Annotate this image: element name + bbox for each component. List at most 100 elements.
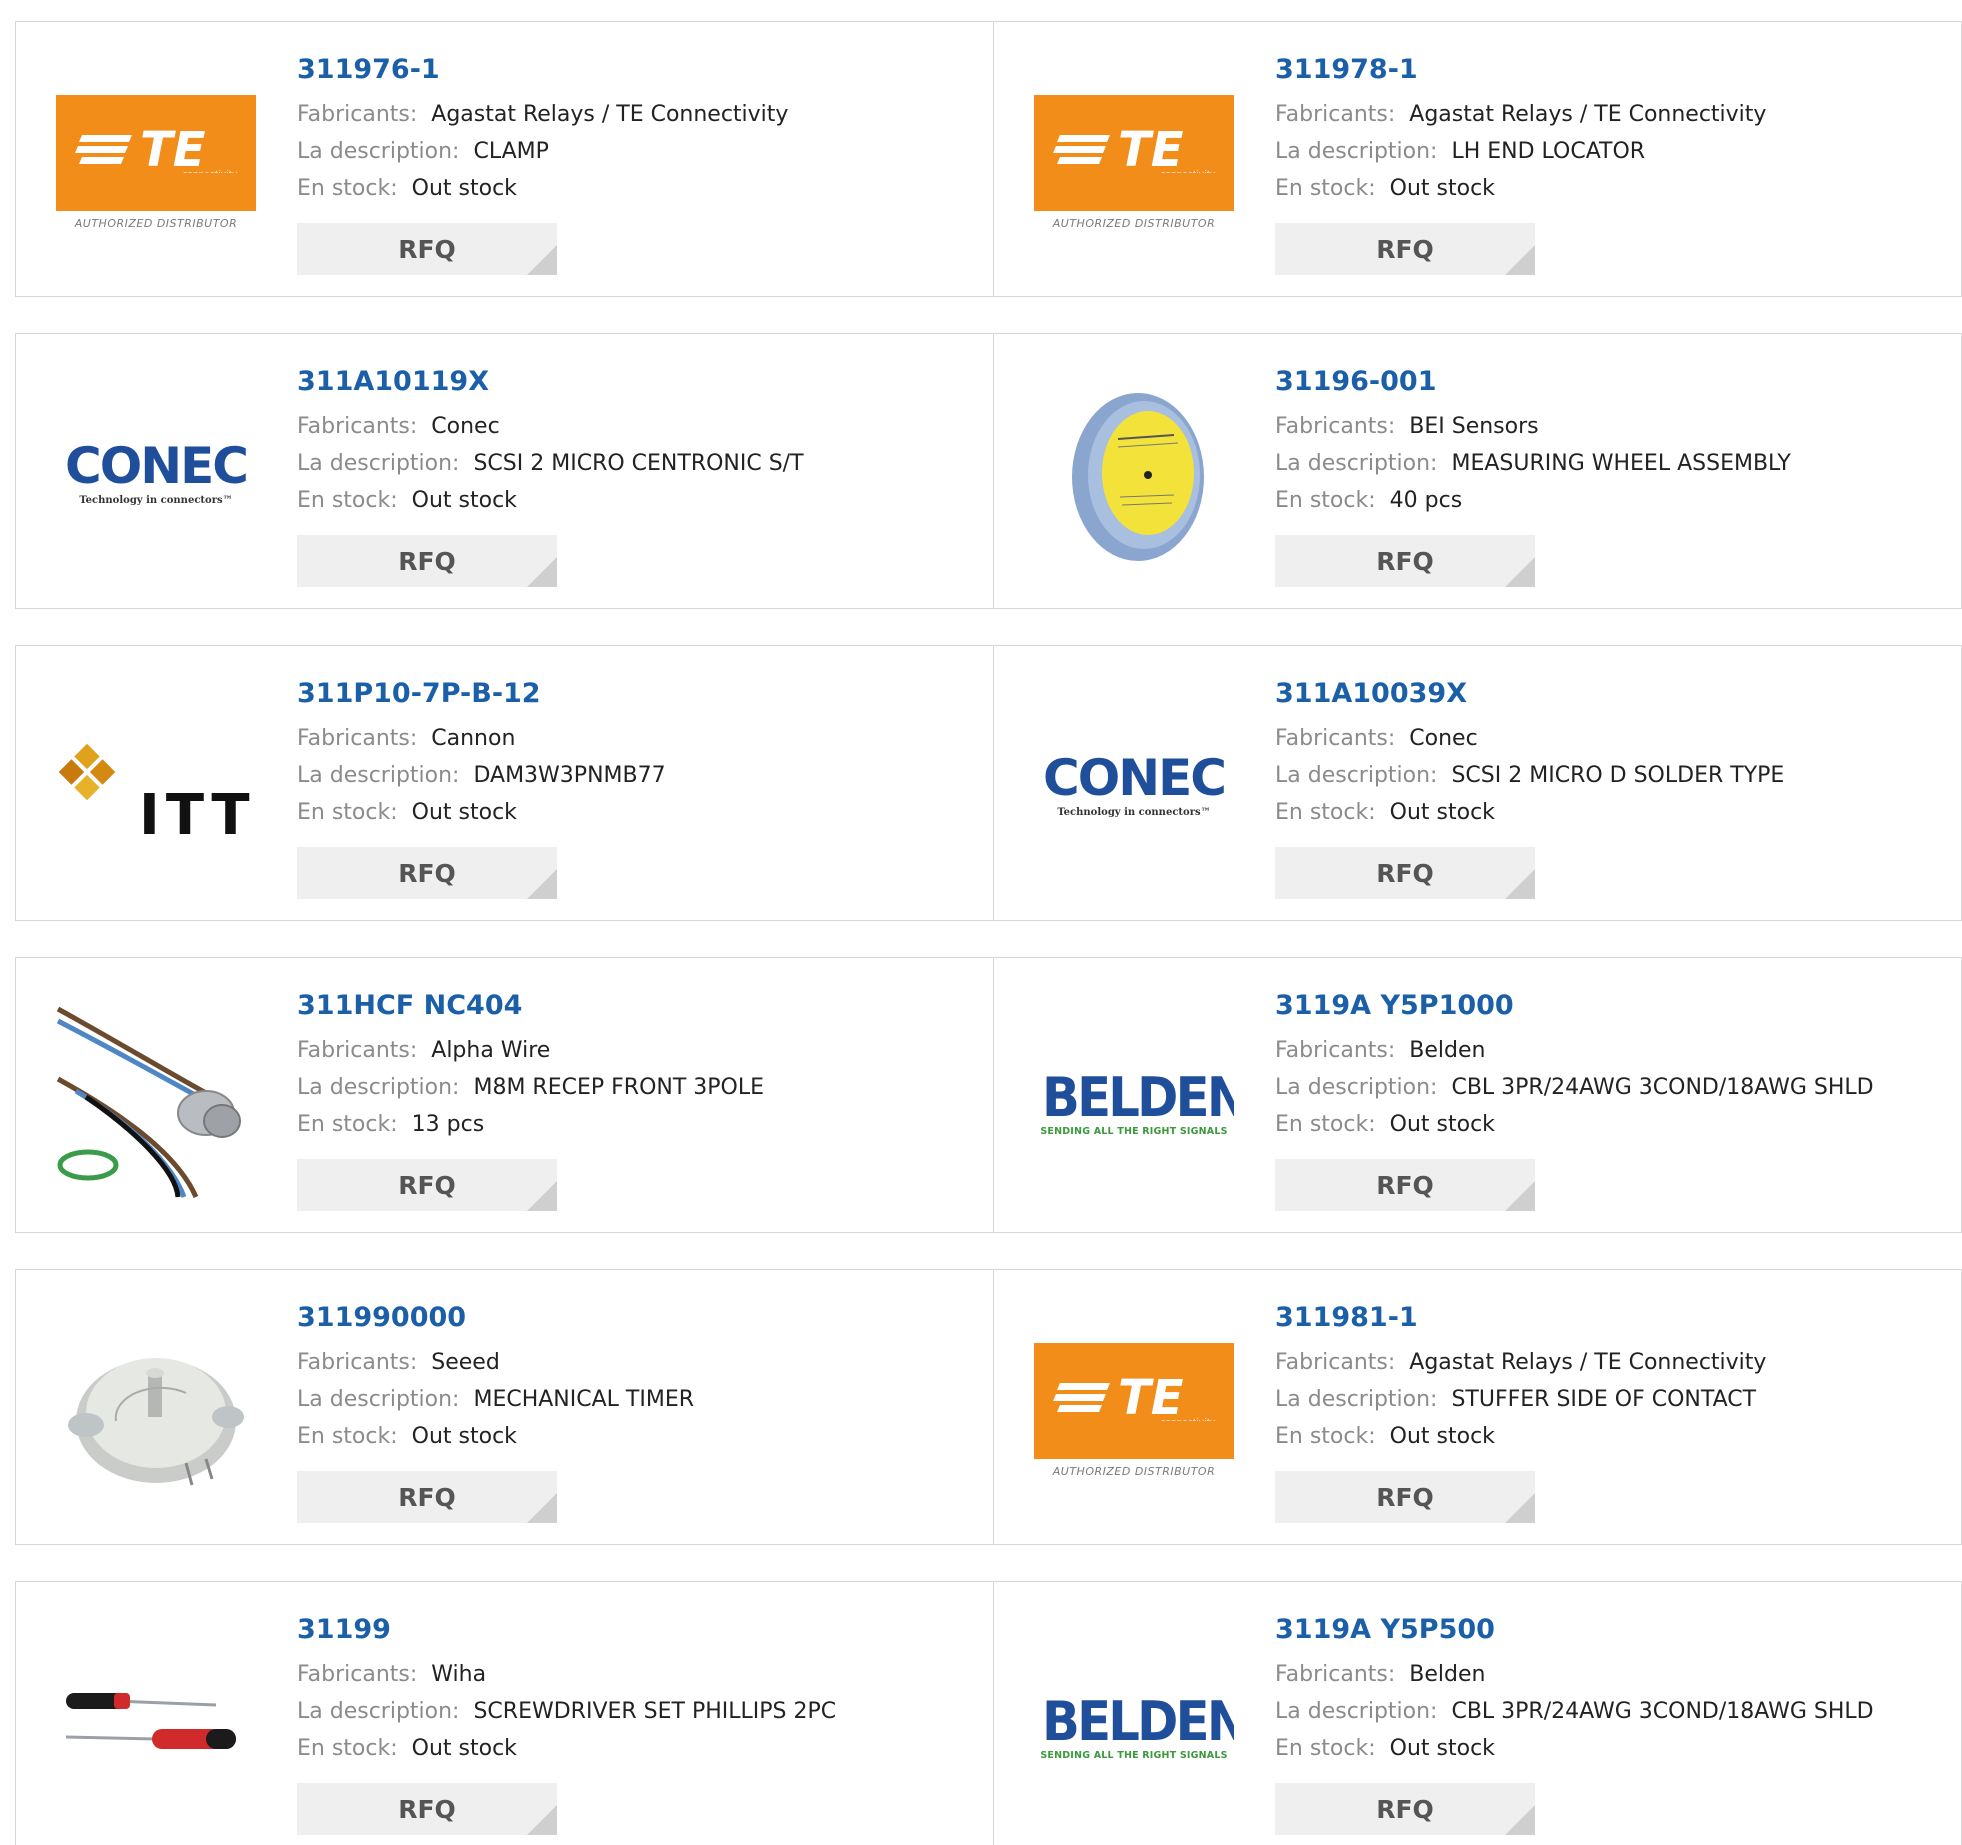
product-card: TEconnectivityAUTHORIZED DISTRIBUTOR 311…: [994, 1270, 1962, 1544]
manufacturer-label: Fabricants:: [1275, 414, 1396, 439]
description-value: MEASURING WHEEL ASSEMBLY: [1451, 451, 1791, 476]
description-label: La description:: [297, 139, 460, 164]
stock-value: 40 pcs: [1389, 488, 1463, 513]
svg-text:TE: TE: [1118, 1371, 1184, 1421]
stock-value: 13 pcs: [411, 1112, 485, 1137]
product-info: 311A10119X Fabricants: Conec La descripti…: [297, 364, 983, 519]
manufacturer-value: Seeed: [431, 1350, 500, 1375]
description-line: La description: MEASURING WHEEL ASSEMBLY: [1275, 445, 1953, 482]
description-line: La description: MECHANICAL TIMER: [297, 1381, 983, 1418]
product-card: BELDEN SENDING ALL THE RIGHT SIGNALS 3119…: [994, 1582, 1962, 1845]
stock-line: En stock: Out stock: [297, 482, 983, 519]
product-card: 311990000 Fabricants: Seeed La descriptio…: [16, 1270, 994, 1544]
stock-label: En stock:: [1275, 1112, 1376, 1137]
corner-fold-icon: [1505, 557, 1535, 587]
stock-line: En stock: Out stock: [1275, 794, 1953, 831]
part-number-link[interactable]: 311A10119X: [297, 364, 983, 400]
belden-logo: BELDEN SENDING ALL THE RIGHT SIGNALS: [1040, 1689, 1234, 1761]
description-value: LH END LOCATOR: [1451, 139, 1646, 164]
part-number-link[interactable]: 311978-1: [1275, 52, 1953, 88]
rfq-button[interactable]: RFQ: [297, 535, 557, 587]
product-info: 31199 Fabricants: Wiha La description: SCR…: [297, 1612, 983, 1767]
product-image[interactable]: TEconnectivityAUTHORIZED DISTRIBUTOR: [56, 67, 256, 267]
stock-label: En stock:: [1275, 1424, 1376, 1449]
product-row: TEconnectivityAUTHORIZED DISTRIBUTOR 311…: [15, 21, 1962, 297]
stock-value: Out stock: [1389, 1112, 1495, 1137]
part-number-link[interactable]: 311981-1: [1275, 1300, 1953, 1336]
product-image[interactable]: TEconnectivityAUTHORIZED DISTRIBUTOR: [1034, 67, 1234, 267]
manufacturer-label: Fabricants:: [297, 1350, 418, 1375]
product-image[interactable]: [56, 1315, 256, 1515]
stock-label: En stock:: [1275, 800, 1376, 825]
product-image[interactable]: [56, 1003, 256, 1203]
part-number-link[interactable]: 311P10-7P-B-12: [297, 676, 983, 712]
connector-photo: [56, 1003, 256, 1203]
product-image[interactable]: [1034, 379, 1234, 579]
part-number-link[interactable]: 311976-1: [297, 52, 983, 88]
description-line: La description: SCSI 2 MICRO D SOLDER TYP…: [1275, 757, 1953, 794]
rfq-button[interactable]: RFQ: [1275, 1471, 1535, 1523]
product-row: 311HCF NC404 Fabricants: Alpha Wire La de…: [15, 957, 1962, 1233]
corner-fold-icon: [527, 1805, 557, 1835]
product-image[interactable]: BELDEN SENDING ALL THE RIGHT SIGNALS: [1034, 1627, 1234, 1827]
manufacturer-value: BEI Sensors: [1409, 414, 1539, 439]
stock-value: Out stock: [411, 1424, 517, 1449]
rfq-button[interactable]: RFQ: [1275, 1159, 1535, 1211]
corner-fold-icon: [527, 1181, 557, 1211]
rfq-button[interactable]: RFQ: [297, 223, 557, 275]
stock-line: En stock: Out stock: [1275, 1418, 1953, 1455]
manufacturer-label: Fabricants:: [1275, 726, 1396, 751]
manufacturer-label: Fabricants:: [1275, 1662, 1396, 1687]
manufacturer-label: Fabricants:: [1275, 102, 1396, 127]
part-number-link[interactable]: 311HCF NC404: [297, 988, 983, 1024]
product-image[interactable]: CONEC Technology in connectors™: [1034, 691, 1234, 891]
manufacturer-line: Fabricants: Agastat Relays / TE Connectiv…: [1275, 96, 1953, 133]
product-image[interactable]: TEconnectivityAUTHORIZED DISTRIBUTOR: [1034, 1315, 1234, 1515]
part-number-link[interactable]: 311A10039X: [1275, 676, 1953, 712]
manufacturer-line: Fabricants: Agastat Relays / TE Connectiv…: [1275, 1344, 1953, 1381]
manufacturer-label: Fabricants:: [1275, 1350, 1396, 1375]
manufacturer-line: Fabricants: Wiha: [297, 1656, 983, 1693]
corner-fold-icon: [1505, 245, 1535, 275]
rfq-button[interactable]: RFQ: [1275, 223, 1535, 275]
part-number-link[interactable]: 31199: [297, 1612, 983, 1648]
description-value: SCREWDRIVER SET PHILLIPS 2PC: [473, 1699, 837, 1724]
product-card: BELDEN SENDING ALL THE RIGHT SIGNALS 3119…: [994, 958, 1962, 1232]
svg-text:connectivity: connectivity: [1160, 170, 1216, 173]
manufacturer-label: Fabricants:: [297, 1662, 418, 1687]
description-value: CBL 3PR/24AWG 3COND/18AWG SHLD: [1451, 1699, 1874, 1724]
part-number-link[interactable]: 3119A Y5P1000: [1275, 988, 1953, 1024]
svg-text:Technology in connectors™: Technology in connectors™: [1057, 807, 1210, 818]
description-label: La description:: [1275, 139, 1438, 164]
rfq-button[interactable]: RFQ: [1275, 1783, 1535, 1835]
rfq-button[interactable]: RFQ: [297, 1783, 557, 1835]
part-number-link[interactable]: 31196-001: [1275, 364, 1953, 400]
manufacturer-label: Fabricants:: [1275, 1038, 1396, 1063]
part-number-link[interactable]: 311990000: [297, 1300, 983, 1336]
product-image[interactable]: BELDEN SENDING ALL THE RIGHT SIGNALS: [1034, 1003, 1234, 1203]
manufacturer-value: Wiha: [431, 1662, 487, 1687]
description-line: La description: CBL 3PR/24AWG 3COND/18AWG…: [1275, 1069, 1953, 1106]
product-image[interactable]: [56, 1627, 256, 1827]
product-info: 31196-001 Fabricants: BEI Sensors La desc…: [1275, 364, 1953, 519]
description-line: La description: SCREWDRIVER SET PHILLIPS …: [297, 1693, 983, 1730]
manufacturer-line: Fabricants: Belden: [1275, 1032, 1953, 1069]
description-label: La description:: [297, 763, 460, 788]
product-image[interactable]: ITT: [56, 691, 256, 891]
product-image[interactable]: CONEC Technology in connectors™: [56, 379, 256, 579]
corner-fold-icon: [527, 1493, 557, 1523]
rfq-button[interactable]: RFQ: [1275, 535, 1535, 587]
stock-line: En stock: Out stock: [1275, 170, 1953, 207]
manufacturer-line: Fabricants: Agastat Relays / TE Connectiv…: [297, 96, 983, 133]
rfq-button[interactable]: RFQ: [297, 1159, 557, 1211]
stock-line: En stock: Out stock: [1275, 1106, 1953, 1143]
rfq-button[interactable]: RFQ: [1275, 847, 1535, 899]
description-label: La description:: [297, 1387, 460, 1412]
manufacturer-value: Conec: [1409, 726, 1478, 751]
rfq-button[interactable]: RFQ: [297, 1471, 557, 1523]
description-value: SCSI 2 MICRO D SOLDER TYPE: [1451, 763, 1785, 788]
manufacturer-value: Agastat Relays / TE Connectivity: [1409, 102, 1767, 127]
rfq-button[interactable]: RFQ: [297, 847, 557, 899]
part-number-link[interactable]: 3119A Y5P500: [1275, 1612, 1953, 1648]
manufacturer-value: Agastat Relays / TE Connectivity: [431, 102, 789, 127]
